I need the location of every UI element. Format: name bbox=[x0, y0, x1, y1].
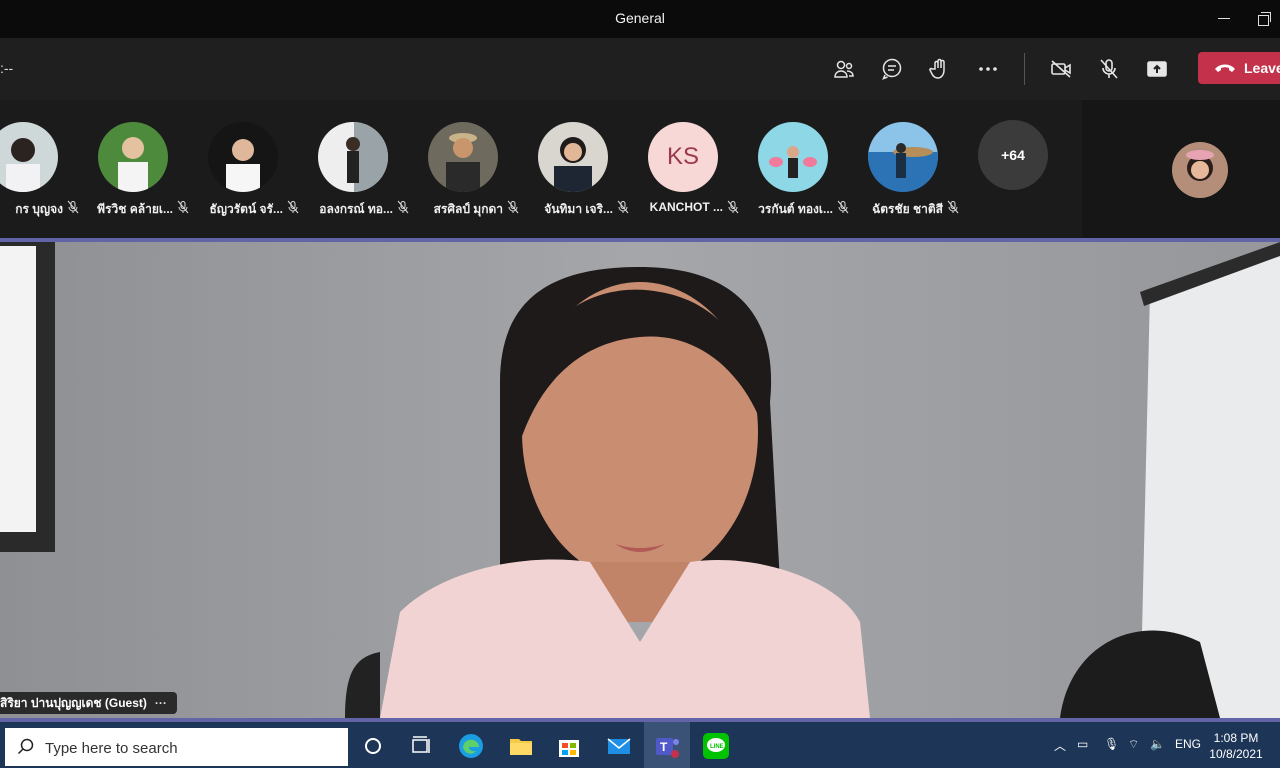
participant-name: ธัญวรัตน์ จรั... bbox=[209, 202, 283, 216]
raise-hand-icon[interactable] bbox=[928, 57, 952, 81]
battery-icon[interactable]: ▭ bbox=[1077, 737, 1088, 751]
clock-time: 1:08 PM bbox=[1213, 731, 1259, 745]
more-options-icon[interactable] bbox=[976, 57, 1000, 81]
participant-name: ฉัตรชัย ชาติสี bbox=[872, 202, 943, 216]
meeting-timer: :-- bbox=[0, 60, 14, 76]
input-language[interactable]: ENG bbox=[1175, 737, 1201, 751]
mail-icon[interactable] bbox=[603, 730, 635, 762]
hang-up-icon bbox=[1215, 64, 1235, 72]
search-icon bbox=[17, 738, 34, 755]
teams-icon[interactable]: T bbox=[651, 730, 683, 762]
participant-name: KANCHOT ... bbox=[649, 200, 723, 214]
share-screen-icon[interactable] bbox=[1145, 57, 1169, 81]
microphone-icon[interactable]: 🎙 bbox=[1104, 737, 1119, 751]
participant-tile[interactable]: สรศิลป์ มุกดา bbox=[408, 122, 519, 222]
windows-taskbar: Type here to search T LINE ︿ ▭ 🎙 ⌔ 🔈 ENG… bbox=[0, 722, 1280, 768]
participant-name: กร บุญจง bbox=[15, 202, 63, 216]
file-explorer-icon[interactable] bbox=[505, 730, 537, 762]
chat-icon[interactable] bbox=[880, 57, 904, 81]
avatar bbox=[758, 122, 828, 192]
participant-tile[interactable]: วรกันต์ ทองเ... bbox=[738, 122, 849, 222]
participant-tile[interactable]: กร บุญจง bbox=[0, 122, 79, 222]
restore-button[interactable] bbox=[1254, 9, 1274, 29]
participant-tile[interactable]: ธัญวรัตน์ จรั... bbox=[188, 122, 299, 222]
participant-tile[interactable]: จันทิมา เจริ... bbox=[518, 122, 629, 222]
avatar bbox=[428, 122, 498, 192]
taskbar-search-box[interactable]: Type here to search bbox=[5, 728, 348, 766]
participant-name: จันทิมา เจริ... bbox=[544, 202, 613, 216]
leave-label: Leave bbox=[1244, 60, 1280, 76]
speaker-more-button[interactable]: ··· bbox=[155, 692, 167, 714]
avatar bbox=[98, 122, 168, 192]
participant-tile[interactable]: ฉัตรชัย ชาติสี bbox=[848, 122, 959, 222]
avatar bbox=[0, 122, 58, 192]
svg-text:LINE: LINE bbox=[710, 744, 724, 750]
avatar bbox=[868, 122, 938, 192]
camera-off-icon[interactable] bbox=[1049, 57, 1073, 81]
clock-date: 10/8/2021 bbox=[1209, 747, 1263, 761]
speaker-name: สิริยา ปานปุญญเดช (Guest) bbox=[0, 696, 147, 710]
self-preview bbox=[1082, 100, 1280, 238]
participant-tile[interactable]: KS KANCHOT ... bbox=[628, 122, 739, 222]
title-bar: General bbox=[0, 0, 1280, 38]
svg-text:T: T bbox=[660, 740, 668, 754]
participant-name: พีรวิช คล้ายเ... bbox=[97, 202, 173, 216]
more-participants-button[interactable]: +64 bbox=[978, 120, 1048, 190]
participants-strip: กร บุญจง พีรวิช คล้ายเ... ธัญวรัตน์ จรั.… bbox=[0, 100, 1082, 238]
window-title: General bbox=[615, 10, 665, 26]
wifi-icon[interactable]: ⌔ bbox=[1128, 737, 1139, 752]
self-avatar bbox=[1172, 142, 1228, 198]
cortana-icon[interactable] bbox=[357, 730, 389, 762]
toolbar-divider bbox=[1024, 53, 1025, 85]
search-placeholder: Type here to search bbox=[45, 740, 178, 757]
participant-tile[interactable]: พีรวิช คล้ายเ... bbox=[78, 122, 189, 222]
task-view-icon[interactable] bbox=[405, 730, 437, 762]
avatar bbox=[208, 122, 278, 192]
participant-name: สรศิลป์ มุกดา bbox=[433, 202, 503, 216]
speaker-name-tag: สิริยา ปานปุญญเดช (Guest) ··· bbox=[0, 692, 177, 714]
store-icon[interactable] bbox=[553, 730, 585, 762]
participant-tile[interactable]: อลงกรณ์ ทอ... bbox=[298, 122, 409, 222]
speaker-video bbox=[0, 242, 1280, 718]
participant-name: อลงกรณ์ ทอ... bbox=[319, 202, 393, 216]
minimize-button[interactable] bbox=[1214, 9, 1234, 29]
leave-button[interactable]: Leave bbox=[1198, 52, 1280, 84]
show-hidden-icons-icon[interactable]: ︿ bbox=[1054, 737, 1066, 754]
avatar bbox=[318, 122, 388, 192]
initials-avatar: KS bbox=[648, 122, 718, 192]
mic-off-icon[interactable] bbox=[1097, 57, 1121, 81]
avatar bbox=[538, 122, 608, 192]
taskbar-clock[interactable]: 1:08 PM 10/8/2021 bbox=[1206, 730, 1266, 762]
participant-name: วรกันต์ ทองเ... bbox=[758, 202, 833, 216]
line-app-icon[interactable]: LINE bbox=[700, 730, 732, 762]
people-icon[interactable] bbox=[832, 57, 856, 81]
mic-off-icon bbox=[947, 200, 959, 214]
meeting-toolbar: :-- Leave bbox=[0, 38, 1280, 100]
edge-icon[interactable] bbox=[455, 730, 487, 762]
volume-icon[interactable]: 🔈 bbox=[1150, 737, 1165, 751]
